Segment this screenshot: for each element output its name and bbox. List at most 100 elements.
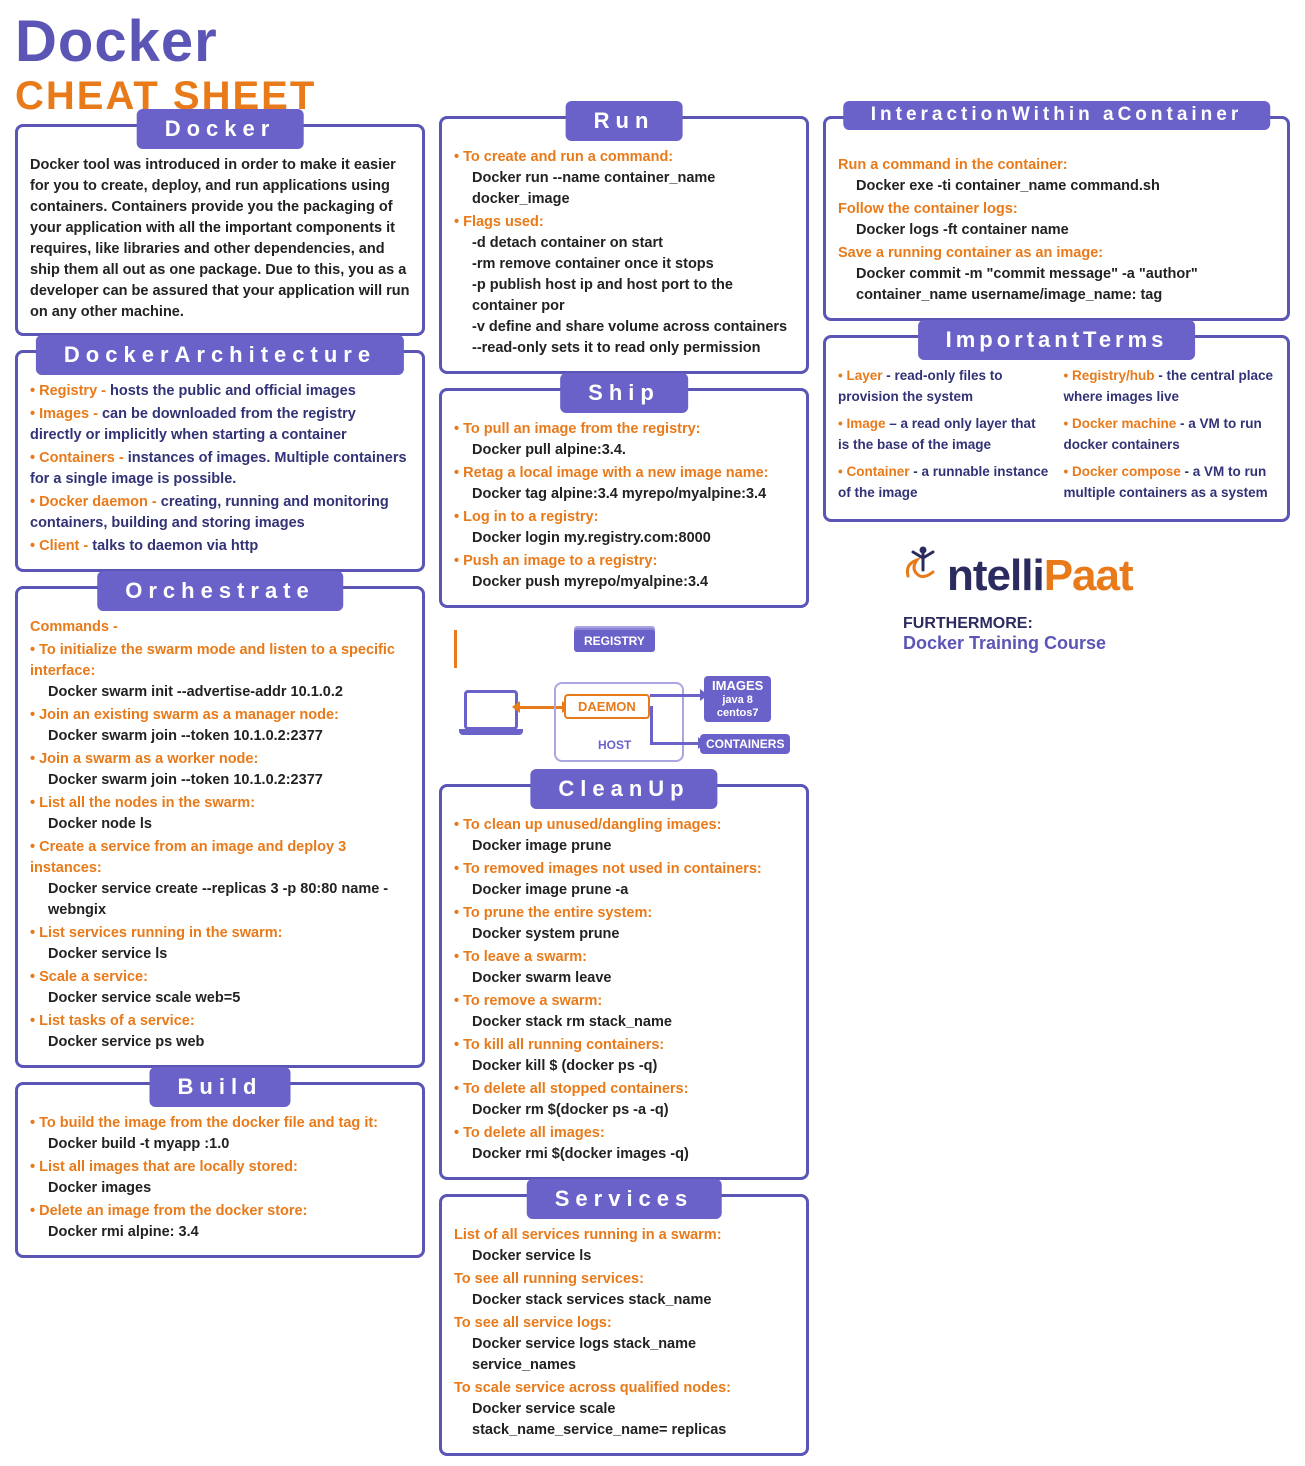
command-text: Docker rmi alpine: 3.4 bbox=[30, 1222, 410, 1243]
command-sub: -rm remove container once it stops bbox=[454, 254, 794, 275]
command-label: • To delete all stopped containers: bbox=[454, 1079, 794, 1100]
command-label: • Scale a service: bbox=[30, 967, 410, 988]
command-label: To scale service across qualified nodes: bbox=[454, 1378, 794, 1399]
command-text: Docker service ls bbox=[30, 944, 410, 965]
command-label: • Create a service from an image and dep… bbox=[30, 837, 410, 879]
card-docker: Docker Docker tool was introduced in ord… bbox=[15, 124, 425, 336]
command-text: Docker commit -m "commit message" -a "au… bbox=[838, 264, 1275, 306]
command-label: • Push an image to a registry: bbox=[454, 551, 794, 572]
command-group: Save a running container as an image:Doc… bbox=[838, 243, 1275, 306]
term-key: Docker daemon - bbox=[39, 494, 157, 510]
logo-text-2: Paat bbox=[1044, 551, 1133, 601]
orchestrate-pre: Commands - bbox=[30, 619, 118, 635]
term-item: • Docker compose - a VM to run multiple … bbox=[1064, 462, 1276, 504]
command-text: Docker push myrepo/myalpine:3.4 bbox=[454, 572, 794, 593]
command-text: Docker service ls bbox=[454, 1246, 794, 1267]
term-desc: talks to daemon via http bbox=[88, 538, 258, 554]
command-label: • To initialize the swarm mode and liste… bbox=[30, 640, 410, 682]
command-label: • To prune the entire system: bbox=[454, 903, 794, 924]
command-label: To see all service logs: bbox=[454, 1313, 794, 1334]
command-group: • Join an existing swarm as a manager no… bbox=[30, 705, 410, 747]
definition-row: • Registry - hosts the public and offici… bbox=[30, 381, 410, 402]
diagram-containers: CONTAINERS bbox=[700, 734, 790, 754]
command-group: • Flags used:-d detach container on star… bbox=[454, 212, 794, 359]
term-key: • Container bbox=[838, 464, 909, 479]
command-label: • Flags used: bbox=[454, 212, 794, 233]
heading-build: Build bbox=[150, 1067, 291, 1107]
command-label: • List all the nodes in the swarm: bbox=[30, 793, 410, 814]
bullet: • bbox=[30, 494, 39, 510]
term-key: Client - bbox=[39, 538, 88, 554]
command-text: Docker service ps web bbox=[30, 1032, 410, 1053]
definition-row: • Client - talks to daemon via http bbox=[30, 536, 410, 557]
command-group: To see all running services:Docker stack… bbox=[454, 1269, 794, 1311]
command-label: • To remove a swarm: bbox=[454, 991, 794, 1012]
command-text: Docker swarm leave bbox=[454, 968, 794, 989]
command-text: Docker service scale web=5 bbox=[30, 988, 410, 1009]
command-sub: -v define and share volume across contai… bbox=[454, 317, 794, 338]
command-label: • Join an existing swarm as a manager no… bbox=[30, 705, 410, 726]
command-text: Docker swarm join --token 10.1.0.2:2377 bbox=[30, 770, 410, 791]
diagram-images: IMAGES java 8 centos7 bbox=[704, 676, 771, 722]
heading-services: Services bbox=[527, 1179, 722, 1219]
intellipaat-logo: ntelliPaat bbox=[903, 546, 1133, 601]
command-group: • Join a swarm as a worker node:Docker s… bbox=[30, 749, 410, 791]
heading-orchestrate: Orchestrate bbox=[97, 571, 343, 611]
command-text: Docker run --name container_name docker_… bbox=[454, 168, 794, 210]
arrow-icon bbox=[454, 630, 457, 668]
command-group: • Scale a service:Docker service scale w… bbox=[30, 967, 410, 1009]
arrow-icon bbox=[650, 742, 698, 745]
command-text: Docker tag alpine:3.4 myrepo/myalpine:3.… bbox=[454, 484, 794, 505]
diagram-registry: REGISTRY bbox=[574, 630, 655, 652]
term-key: • Registry/hub bbox=[1064, 368, 1155, 383]
arrow-icon bbox=[650, 706, 653, 744]
training-course-link[interactable]: Docker Training Course bbox=[903, 633, 1290, 654]
command-sub: -p publish host ip and host port to the … bbox=[454, 275, 794, 317]
command-label: • List services running in the swarm: bbox=[30, 923, 410, 944]
heading-terms: ImportantTerms bbox=[918, 320, 1196, 360]
command-group: • Create a service from an image and dep… bbox=[30, 837, 410, 921]
docker-intro-text: Docker tool was introduced in order to m… bbox=[30, 155, 410, 323]
command-label: • To clean up unused/dangling images: bbox=[454, 815, 794, 836]
command-label: Save a running container as an image: bbox=[838, 243, 1275, 264]
bullet: • bbox=[30, 450, 39, 466]
term-key: Containers - bbox=[39, 450, 124, 466]
card-services: Services List of all services running in… bbox=[439, 1194, 809, 1456]
command-group: • To delete all stopped containers:Docke… bbox=[454, 1079, 794, 1121]
command-label: • To pull an image from the registry: bbox=[454, 419, 794, 440]
architecture-diagram: REGISTRY DAEMON HOST IMAGES java 8 cento… bbox=[454, 630, 794, 770]
term-key: Registry - bbox=[39, 383, 106, 399]
arrow-icon bbox=[650, 694, 700, 697]
heading-interaction: InteractionWithin aContainer bbox=[843, 101, 1271, 130]
command-text: Docker kill $ (docker ps -q) bbox=[454, 1056, 794, 1077]
card-terms: ImportantTerms • Layer - read-only files… bbox=[823, 335, 1290, 523]
diagram-images-line: centos7 bbox=[712, 707, 763, 720]
command-group: • To clean up unused/dangling images:Doc… bbox=[454, 815, 794, 857]
command-text: Docker stack rm stack_name bbox=[454, 1012, 794, 1033]
command-sub: -d detach container on start bbox=[454, 233, 794, 254]
command-label: Follow the container logs: bbox=[838, 199, 1275, 220]
term-item: • Layer - read-only files to provision t… bbox=[838, 366, 1050, 408]
command-text: Docker system prune bbox=[454, 924, 794, 945]
command-text: Docker node ls bbox=[30, 814, 410, 835]
command-group: • To delete all images:Docker rmi $(dock… bbox=[454, 1123, 794, 1165]
command-group: • To removed images not used in containe… bbox=[454, 859, 794, 901]
heading-docker: Docker bbox=[137, 109, 304, 149]
card-ship: Ship • To pull an image from the registr… bbox=[439, 388, 809, 608]
command-text: Docker pull alpine:3.4. bbox=[454, 440, 794, 461]
logo-swirl-icon bbox=[903, 546, 943, 590]
heading-run: Run bbox=[566, 101, 683, 141]
furthermore-label: FURTHERMORE: bbox=[903, 615, 1290, 633]
term-key: • Docker compose bbox=[1064, 464, 1181, 479]
term-key: • Layer bbox=[838, 368, 883, 383]
logo-block: ntelliPaat FURTHERMORE: Docker Training … bbox=[823, 546, 1290, 654]
heading-cleanup: CleanUp bbox=[530, 769, 717, 809]
card-architecture: DockerArchitecture • Registry - hosts th… bbox=[15, 350, 425, 572]
command-group: • List all the nodes in the swarm:Docker… bbox=[30, 793, 410, 835]
command-text: Docker exe -ti container_name command.sh bbox=[838, 176, 1275, 197]
card-build: Build • To build the image from the dock… bbox=[15, 1082, 425, 1258]
command-group: • To prune the entire system:Docker syst… bbox=[454, 903, 794, 945]
command-sub: --read-only sets it to read only permiss… bbox=[454, 338, 794, 359]
command-label: • Delete an image from the docker store: bbox=[30, 1201, 410, 1222]
logo-text-1: ntelli bbox=[947, 551, 1044, 601]
